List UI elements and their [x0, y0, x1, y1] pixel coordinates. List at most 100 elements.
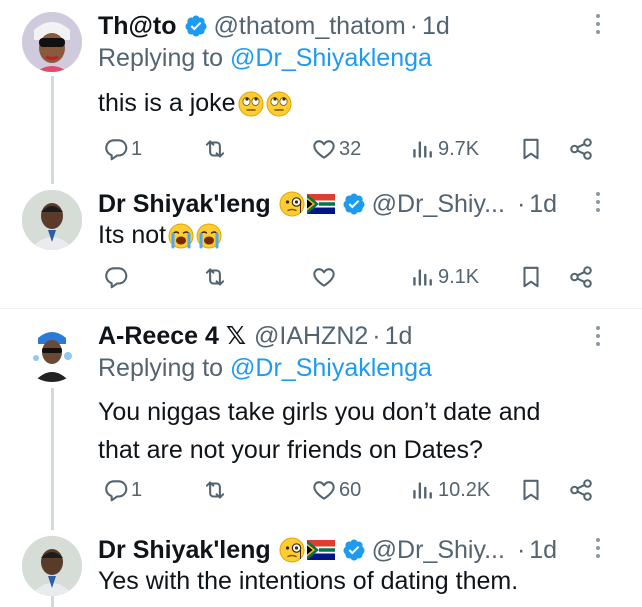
reply-button[interactable]: 1	[103, 475, 142, 505]
action-bar: 1 32 9.7K	[0, 134, 642, 164]
timestamp[interactable]: 1d	[422, 12, 450, 41]
views-button[interactable]: 10.2K	[410, 475, 490, 505]
face-with-rolling-eyes-icon	[266, 91, 292, 117]
display-name[interactable]: Th@to	[98, 12, 177, 41]
reply-icon	[103, 136, 129, 162]
separator-dot: ·	[516, 535, 526, 564]
retweet-icon	[202, 136, 228, 162]
tweet-text-line: that are not your friends on Dates?	[98, 436, 483, 464]
share-icon	[568, 136, 594, 162]
bookmark-button[interactable]	[518, 475, 544, 505]
verified-badge-icon	[342, 538, 366, 562]
action-bar: 9.1K	[0, 262, 642, 292]
loudly-crying-face-icon	[196, 223, 222, 249]
tweet-text: this is a joke	[98, 84, 292, 122]
reply-button[interactable]: 1	[103, 134, 142, 164]
avatar[interactable]	[22, 190, 82, 250]
like-button[interactable]: 60	[311, 475, 361, 505]
tweet[interactable]: A-Reece 4 𝕏 @IAHZN2 · 1d Replying to @Dr…	[0, 318, 642, 518]
tweet-text-content: Yes with the intentions of dating them.	[98, 567, 519, 595]
like-button[interactable]: 32	[311, 134, 361, 164]
tweet-text-content: this is a joke	[98, 89, 236, 117]
timestamp[interactable]: 1d	[529, 536, 557, 565]
bookmark-icon	[518, 136, 544, 162]
retweet-icon	[202, 264, 228, 290]
loudly-crying-face-icon	[168, 223, 194, 249]
verified-badge-icon	[342, 192, 366, 216]
like-count: 32	[339, 137, 362, 160]
more-options-icon[interactable]	[594, 538, 602, 560]
view-count: 10.2K	[438, 478, 491, 501]
separator-dot: ·	[516, 189, 526, 218]
timestamp[interactable]: 1d	[529, 190, 557, 219]
bookmark-icon	[518, 264, 544, 290]
tweet[interactable]: Dr Shiyak'leng @Dr_Shiy... · 1d Its not …	[0, 186, 642, 301]
views-bar-chart-icon	[410, 264, 436, 290]
reply-count: 1	[131, 137, 143, 160]
bookmark-button[interactable]	[518, 134, 544, 164]
views-button[interactable]: 9.7K	[410, 134, 479, 164]
user-handle[interactable]: @Dr_Shiy...	[372, 536, 505, 565]
replying-to: Replying to @Dr_Shiyaklenga	[98, 44, 432, 73]
share-icon	[568, 477, 594, 503]
tweet-text-line: You niggas take girls you don’t date and	[98, 398, 541, 426]
separator-dot: ·	[372, 321, 381, 350]
tweet[interactable]: Dr Shiyak'leng @Dr_Shiy... · 1d Yes with…	[0, 532, 642, 607]
replying-to-label: Replying to	[98, 354, 224, 382]
avatar[interactable]	[22, 322, 82, 382]
tweet-divider	[0, 308, 642, 309]
retweet-icon	[202, 477, 228, 503]
timestamp[interactable]: 1d	[385, 322, 413, 351]
tweet-text: Its not	[98, 216, 222, 254]
tweet-header: A-Reece 4 𝕏 @IAHZN2 · 1d	[98, 318, 412, 354]
bookmark-icon	[518, 477, 544, 503]
face-with-monocle-icon	[279, 537, 305, 563]
retweet-button[interactable]	[202, 134, 230, 164]
heart-icon	[311, 136, 337, 162]
replying-to-mention[interactable]: @Dr_Shiyaklenga	[230, 354, 432, 382]
like-button[interactable]	[311, 262, 339, 292]
verified-badge-icon	[184, 14, 208, 38]
like-count: 60	[339, 478, 362, 501]
reply-icon	[103, 477, 129, 503]
views-bar-chart-icon	[410, 136, 436, 162]
replying-to-label: Replying to	[98, 44, 224, 72]
share-button[interactable]	[568, 262, 594, 292]
retweet-button[interactable]	[202, 262, 230, 292]
face-with-monocle-icon	[279, 191, 305, 217]
tweet-text-content: Its not	[98, 221, 167, 249]
replying-to-mention[interactable]: @Dr_Shiyaklenga	[230, 44, 432, 72]
bookmark-button[interactable]	[518, 262, 544, 292]
more-options-icon[interactable]	[594, 14, 602, 36]
tweet[interactable]: Th@to @thatom_thatom · 1d Replying to @D…	[0, 6, 642, 171]
view-count: 9.7K	[438, 137, 480, 160]
views-bar-chart-icon	[410, 477, 436, 503]
avatar[interactable]	[22, 12, 82, 72]
action-bar: 1 60 10.2K	[0, 475, 642, 505]
share-button[interactable]	[568, 134, 594, 164]
south-africa-flag-icon	[307, 540, 335, 560]
tweet-text: Yes with the intentions of dating them.	[98, 562, 518, 600]
display-name[interactable]: Dr Shiyak'leng	[98, 536, 271, 565]
more-options-icon[interactable]	[594, 326, 602, 348]
tweet-text: You niggas take girls you don’t date and…	[98, 393, 540, 469]
user-handle[interactable]: @thatom_thatom	[214, 12, 406, 41]
south-africa-flag-icon	[307, 194, 335, 214]
heart-icon	[311, 477, 337, 503]
face-with-rolling-eyes-icon	[238, 91, 264, 117]
display-name[interactable]: A-Reece 4 𝕏	[98, 321, 246, 351]
share-icon	[568, 264, 594, 290]
view-count: 9.1K	[438, 265, 480, 288]
reply-button[interactable]	[103, 262, 131, 292]
display-name[interactable]: Dr Shiyak'leng	[98, 190, 271, 219]
views-button[interactable]: 9.1K	[410, 262, 479, 292]
share-button[interactable]	[568, 475, 594, 505]
more-options-icon[interactable]	[594, 192, 602, 214]
reply-icon	[103, 264, 129, 290]
user-handle[interactable]: @Dr_Shiy...	[372, 190, 505, 219]
replying-to: Replying to @Dr_Shiyaklenga	[98, 354, 432, 383]
retweet-button[interactable]	[202, 475, 230, 505]
user-handle[interactable]: @IAHZN2	[254, 322, 368, 351]
avatar[interactable]	[22, 536, 82, 596]
reply-count: 1	[131, 478, 143, 501]
